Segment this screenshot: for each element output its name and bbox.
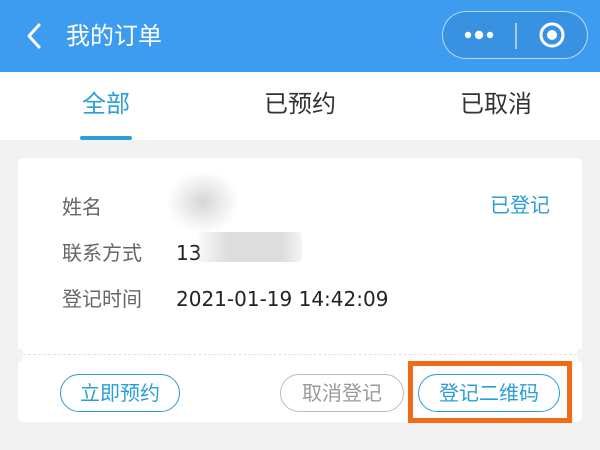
register-time-value: 2021-01-19 14:42:09 xyxy=(176,287,389,311)
redacted-phone-blur xyxy=(198,232,302,262)
right-notch xyxy=(577,348,587,362)
register-time-label: 登记时间 xyxy=(62,287,142,311)
more-button[interactable] xyxy=(443,12,515,58)
card-divider xyxy=(18,354,582,355)
reserve-now-button[interactable]: 立即预约 xyxy=(60,374,180,412)
more-dots-icon xyxy=(464,30,494,40)
status-badge: 已登记 xyxy=(490,193,550,217)
active-tab-indicator xyxy=(80,136,132,140)
phone-label: 联系方式 xyxy=(62,241,142,265)
name-label: 姓名 xyxy=(62,195,102,219)
close-miniprogram-button[interactable] xyxy=(516,12,588,58)
page-title: 我的订单 xyxy=(66,22,162,50)
top-nav-bar: 我的订单 xyxy=(0,0,600,72)
back-button[interactable] xyxy=(16,18,52,54)
miniprogram-capsule xyxy=(442,11,588,59)
tab-all[interactable]: 全部 xyxy=(56,72,156,140)
target-close-icon xyxy=(539,22,565,48)
left-notch xyxy=(13,348,23,362)
redacted-name-blur xyxy=(168,172,238,232)
order-tabs: 全部 已预约 已取消 xyxy=(0,72,600,140)
order-card: 姓名 联系方式 13 登记时间 2021-01-19 14:42:09 已登记 … xyxy=(13,158,587,422)
registration-qrcode-button[interactable]: 登记二维码 xyxy=(418,374,560,412)
tab-reserved[interactable]: 已预约 xyxy=(250,72,350,140)
tab-cancelled[interactable]: 已取消 xyxy=(446,72,546,140)
cancel-registration-button[interactable]: 取消登记 xyxy=(280,374,404,412)
chevron-left-icon xyxy=(27,23,41,49)
